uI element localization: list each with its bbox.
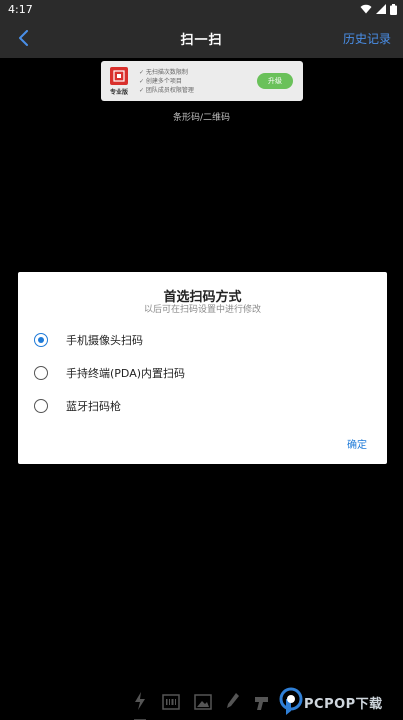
option-label: 手机摄像头扫码 <box>66 334 143 347</box>
image-icon <box>194 694 212 710</box>
pro-upgrade-banner[interactable]: 专业版 ✓ 无扫描次数限制 ✓ 创建多个项目 ✓ 团队成员权限管理 升级 <box>101 61 303 101</box>
pro-feature: ✓ 无扫描次数限制 <box>139 68 188 76</box>
pcpop-logo-icon <box>279 687 303 715</box>
battery-icon <box>390 3 397 15</box>
option-phone-camera[interactable]: 手机摄像头扫码 <box>34 329 354 351</box>
status-icons <box>360 3 397 15</box>
history-button[interactable]: 历史记录 <box>343 30 391 47</box>
flashlight-button[interactable] <box>134 692 146 714</box>
upgrade-button[interactable]: 升级 <box>257 73 293 89</box>
gallery-button[interactable] <box>194 694 212 714</box>
radio-unchecked-icon[interactable] <box>34 399 48 413</box>
scanner-gun-icon <box>255 697 268 710</box>
watermark-text: PCPOP下载 <box>304 696 383 712</box>
pro-features-list: ✓ 无扫描次数限制 ✓ 创建多个项目 ✓ 团队成员权限管理 <box>137 68 257 95</box>
option-label: 蓝牙扫码枪 <box>66 400 121 413</box>
manual-input-button[interactable] <box>226 692 240 714</box>
radio-unchecked-icon[interactable] <box>34 366 48 380</box>
pro-badge: 专业版 <box>109 88 128 96</box>
scan-logo-icon <box>110 66 128 85</box>
dialog-subtitle: 以后可在扫码设置中进行修改 <box>143 305 261 315</box>
confirm-button[interactable]: 确定 <box>347 436 367 451</box>
status-bar: 4:17 <box>0 0 403 18</box>
wifi-icon <box>360 4 372 14</box>
option-label: 手持终端(PDA)内置扫码 <box>66 367 186 380</box>
pen-icon <box>227 693 239 708</box>
option-bluetooth-scanner[interactable]: 蓝牙扫码枪 <box>34 395 354 417</box>
radio-checked-icon[interactable] <box>34 333 48 347</box>
scan-mode-label[interactable]: 条形码/二维码 <box>0 110 403 123</box>
status-time: 4:17 <box>8 2 33 16</box>
watermark: PCPOP下载 <box>278 687 400 717</box>
barcode-icon <box>162 694 180 710</box>
signal-icon <box>376 4 386 14</box>
flashlight-icon <box>135 692 145 710</box>
pro-logo: 专业版 <box>101 61 137 101</box>
page-title: 扫一扫 <box>180 32 223 48</box>
option-pda-scanner[interactable]: 手持终端(PDA)内置扫码 <box>34 362 354 384</box>
barcode-mode-button[interactable] <box>162 694 180 714</box>
scan-method-dialog: 首选扫码方式 以后可在扫码设置中进行修改 手机摄像头扫码 手持终端(PDA)内置… <box>18 272 387 464</box>
chevron-left-icon <box>19 30 28 46</box>
pro-feature: ✓ 团队成员权限管理 <box>139 86 194 94</box>
header-bar: 扫一扫 历史记录 <box>0 18 403 58</box>
back-button[interactable] <box>12 26 36 50</box>
bluetooth-scanner-button[interactable] <box>254 694 272 716</box>
pro-feature: ✓ 创建多个项目 <box>139 77 182 85</box>
